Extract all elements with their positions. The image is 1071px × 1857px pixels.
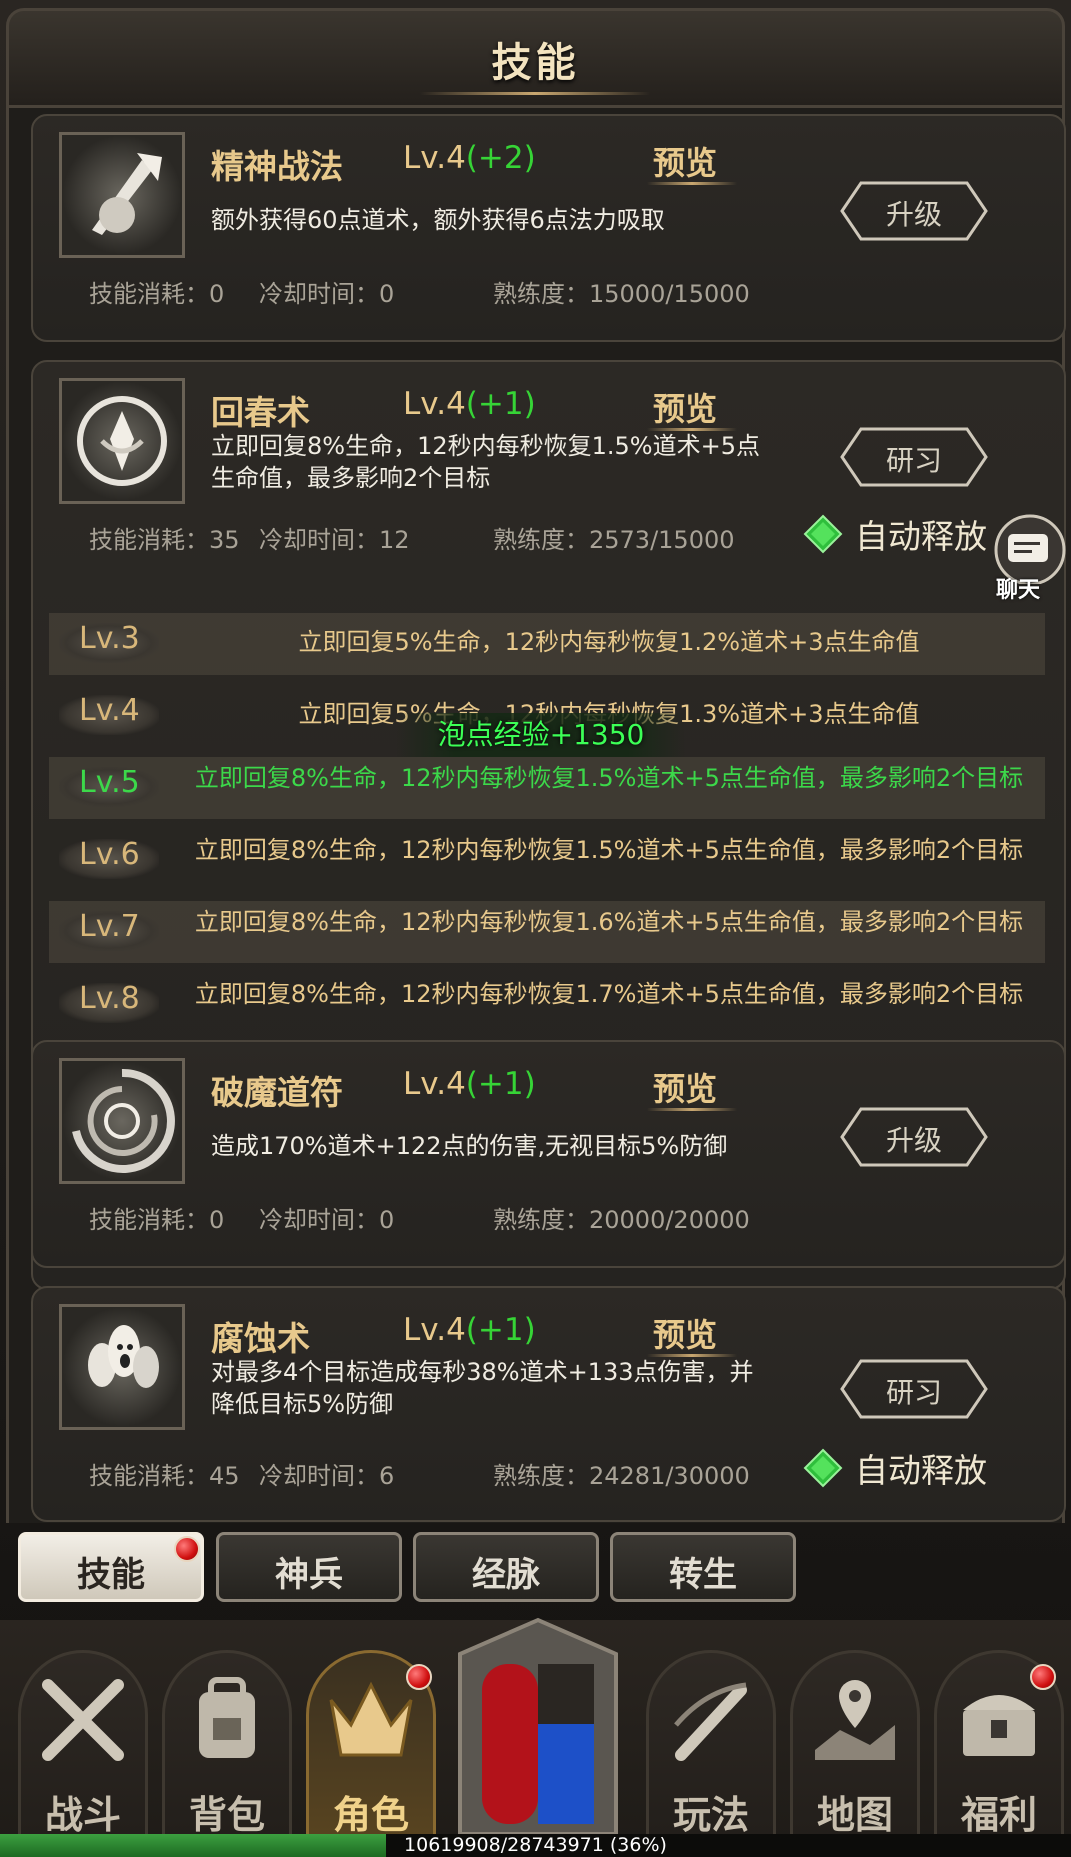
cooldown-label: 冷却时间：6 bbox=[259, 1462, 395, 1490]
skill-level: Lv.4(+1) bbox=[403, 1066, 536, 1102]
skill-description: 立即回复8%生命，12秒内每秒恢复1.5%道术+5点生命值，最多影响2个目标 bbox=[211, 432, 760, 492]
cooldown-label: 冷却时间：0 bbox=[259, 280, 395, 308]
level-row: Lv.6 立即回复8%生命，12秒内每秒恢复1.5%道术+5点生命值，最多影响2… bbox=[49, 829, 1045, 891]
tab-meridians[interactable]: 经脉 bbox=[413, 1532, 599, 1602]
nav-label: 福利 bbox=[960, 1793, 1037, 1837]
level-description: 立即回复8%生命，12秒内每秒恢复1.6%道术+5点生命值，最多影响2个目标 bbox=[194, 908, 1024, 936]
level-row: Lv.3 立即回复5%生命，12秒内每秒恢复1.2%道术+3点生命值 bbox=[49, 613, 1045, 675]
rejuvenation-skill-icon[interactable] bbox=[59, 378, 185, 504]
mastery-label: 熟练度：2573/15000 bbox=[493, 526, 735, 554]
nav-label: 玩法 bbox=[672, 1793, 749, 1837]
skill-description: 对最多4个目标造成每秒38%道术+133点伤害，并降低目标5%防御 bbox=[211, 1358, 754, 1418]
skill-name: 精神战法 bbox=[211, 147, 343, 186]
skill-description: 额外获得60点道术，额外获得6点法力吸取 bbox=[211, 206, 665, 234]
exp-gain-floating-text: 泡点经验+1350 bbox=[396, 713, 686, 757]
sword-slash-icon bbox=[674, 1682, 747, 1761]
level-row-current: Lv.5 立即回复8%生命，12秒内每秒恢复1.5%道术+5点生命值，最多影响2… bbox=[49, 757, 1045, 819]
skill-card: 腐蚀术 Lv.4(+1) 预览 对最多4个目标造成每秒38%道术+133点伤害，… bbox=[31, 1286, 1066, 1522]
skill-description: 造成170%道术+122点的伤害,无视目标5%防御 bbox=[211, 1132, 728, 1160]
cooldown-label: 冷却时间：0 bbox=[259, 1206, 395, 1234]
preview-button[interactable]: 预览 bbox=[653, 384, 717, 430]
page-title: 技能 bbox=[491, 40, 580, 86]
level-label: Lv.6 bbox=[79, 837, 140, 872]
green-gem-icon bbox=[803, 1448, 843, 1488]
level-description: 立即回复8%生命，12秒内每秒恢复1.7%道术+5点生命值，最多影响2个目标 bbox=[194, 980, 1024, 1008]
chat-button[interactable]: 聊天 bbox=[990, 514, 1071, 603]
nav-label: 战斗 bbox=[44, 1793, 121, 1837]
notification-dot bbox=[174, 1536, 200, 1562]
cooldown-label: 冷却时间：12 bbox=[259, 526, 410, 554]
mastery-label: 熟练度：20000/20000 bbox=[493, 1206, 750, 1234]
nav-battle[interactable]: 战斗 bbox=[18, 1650, 148, 1850]
nav-bag[interactable]: 背包 bbox=[162, 1650, 292, 1850]
skill-list-panel[interactable]: 精神战法 Lv.4(+2) 预览 额外获得60点道术，额外获得6点法力吸取 升级… bbox=[6, 108, 1066, 1523]
crown-icon bbox=[329, 1681, 413, 1757]
tab-divine-weapon[interactable]: 神兵 bbox=[216, 1532, 402, 1602]
level-description: 立即回复5%生命，12秒内每秒恢复1.2%道术+3点生命值 bbox=[298, 628, 920, 656]
level-label: Lv.4 bbox=[79, 693, 140, 728]
mastery-label: 熟练度：15000/15000 bbox=[493, 280, 750, 308]
skill-card: 破魔道符 Lv.4(+1) 预览 造成170%道术+122点的伤害,无视目标5%… bbox=[31, 1040, 1066, 1268]
study-button[interactable]: 研习 bbox=[839, 426, 989, 488]
mastery-label: 熟练度：24281/30000 bbox=[493, 1462, 750, 1490]
exp-text: 10619908/28743971 (36%) bbox=[404, 1834, 667, 1856]
skill-name: 回春术 bbox=[211, 393, 310, 432]
study-button[interactable]: 研习 bbox=[839, 1358, 989, 1420]
cost-label: 技能消耗：0 bbox=[89, 1206, 225, 1234]
level-label: Lv.7 bbox=[79, 909, 140, 944]
cost-label: 技能消耗：0 bbox=[89, 280, 225, 308]
level-description: 立即回复8%生命，12秒内每秒恢复1.5%道术+5点生命值，最多影响2个目标 bbox=[194, 836, 1024, 864]
demon-breaking-talisman-icon[interactable] bbox=[59, 1058, 185, 1184]
corrosion-skill-icon[interactable] bbox=[59, 1304, 185, 1430]
nav-map[interactable]: 地图 bbox=[790, 1650, 920, 1850]
map-pin-icon bbox=[815, 1680, 895, 1760]
level-label: Lv.5 bbox=[79, 765, 140, 800]
notification-dot bbox=[1030, 1664, 1056, 1690]
preview-button[interactable]: 预览 bbox=[653, 138, 717, 184]
nav-label: 角色 bbox=[332, 1793, 409, 1837]
level-row: Lv.7 立即回复8%生命，12秒内每秒恢复1.6%道术+5点生命值，最多影响2… bbox=[49, 901, 1045, 963]
skill-level: Lv.4(+1) bbox=[403, 1312, 536, 1348]
upgrade-button[interactable]: 升级 bbox=[839, 1106, 989, 1168]
tab-rebirth[interactable]: 转生 bbox=[610, 1532, 796, 1602]
backpack-icon bbox=[199, 1677, 255, 1758]
hp-mp-orb-gate bbox=[440, 1614, 636, 1844]
crossed-swords-icon bbox=[42, 1679, 124, 1761]
nav-label: 地图 bbox=[816, 1793, 893, 1837]
title-underline bbox=[420, 92, 650, 95]
preview-underline bbox=[647, 1108, 737, 1111]
upgrade-button[interactable]: 升级 bbox=[839, 180, 989, 242]
cost-label: 技能消耗：35 bbox=[89, 526, 240, 554]
preview-button[interactable]: 预览 bbox=[653, 1310, 717, 1356]
skill-name: 破魔道符 bbox=[211, 1073, 343, 1112]
skill-name: 腐蚀术 bbox=[211, 1319, 310, 1358]
preview-button[interactable]: 预览 bbox=[653, 1064, 717, 1110]
level-label: Lv.3 bbox=[79, 621, 140, 656]
spirit-tactics-skill-icon[interactable] bbox=[59, 132, 185, 258]
skill-card: 精神战法 Lv.4(+2) 预览 额外获得60点道术，额外获得6点法力吸取 升级… bbox=[31, 114, 1066, 342]
level-row: Lv.8 立即回复8%生命，12秒内每秒恢复1.7%道术+5点生命值，最多影响2… bbox=[49, 973, 1045, 1025]
cost-label: 技能消耗：45 bbox=[89, 1462, 240, 1490]
green-gem-icon bbox=[803, 514, 843, 554]
chat-label: 聊天 bbox=[996, 578, 1041, 603]
preview-underline bbox=[647, 182, 737, 185]
level-label: Lv.8 bbox=[79, 981, 140, 1016]
notification-dot bbox=[406, 1664, 432, 1690]
nav-gameplay[interactable]: 玩法 bbox=[646, 1650, 776, 1850]
skill-level: Lv.4(+2) bbox=[403, 140, 536, 176]
exp-bar: 10619908/28743971 (36%) bbox=[0, 1834, 1071, 1857]
level-description: 立即回复8%生命，12秒内每秒恢复1.5%道术+5点生命值，最多影响2个目标 bbox=[194, 764, 1024, 792]
skill-level: Lv.4(+1) bbox=[403, 386, 536, 422]
nav-label: 背包 bbox=[188, 1793, 265, 1837]
